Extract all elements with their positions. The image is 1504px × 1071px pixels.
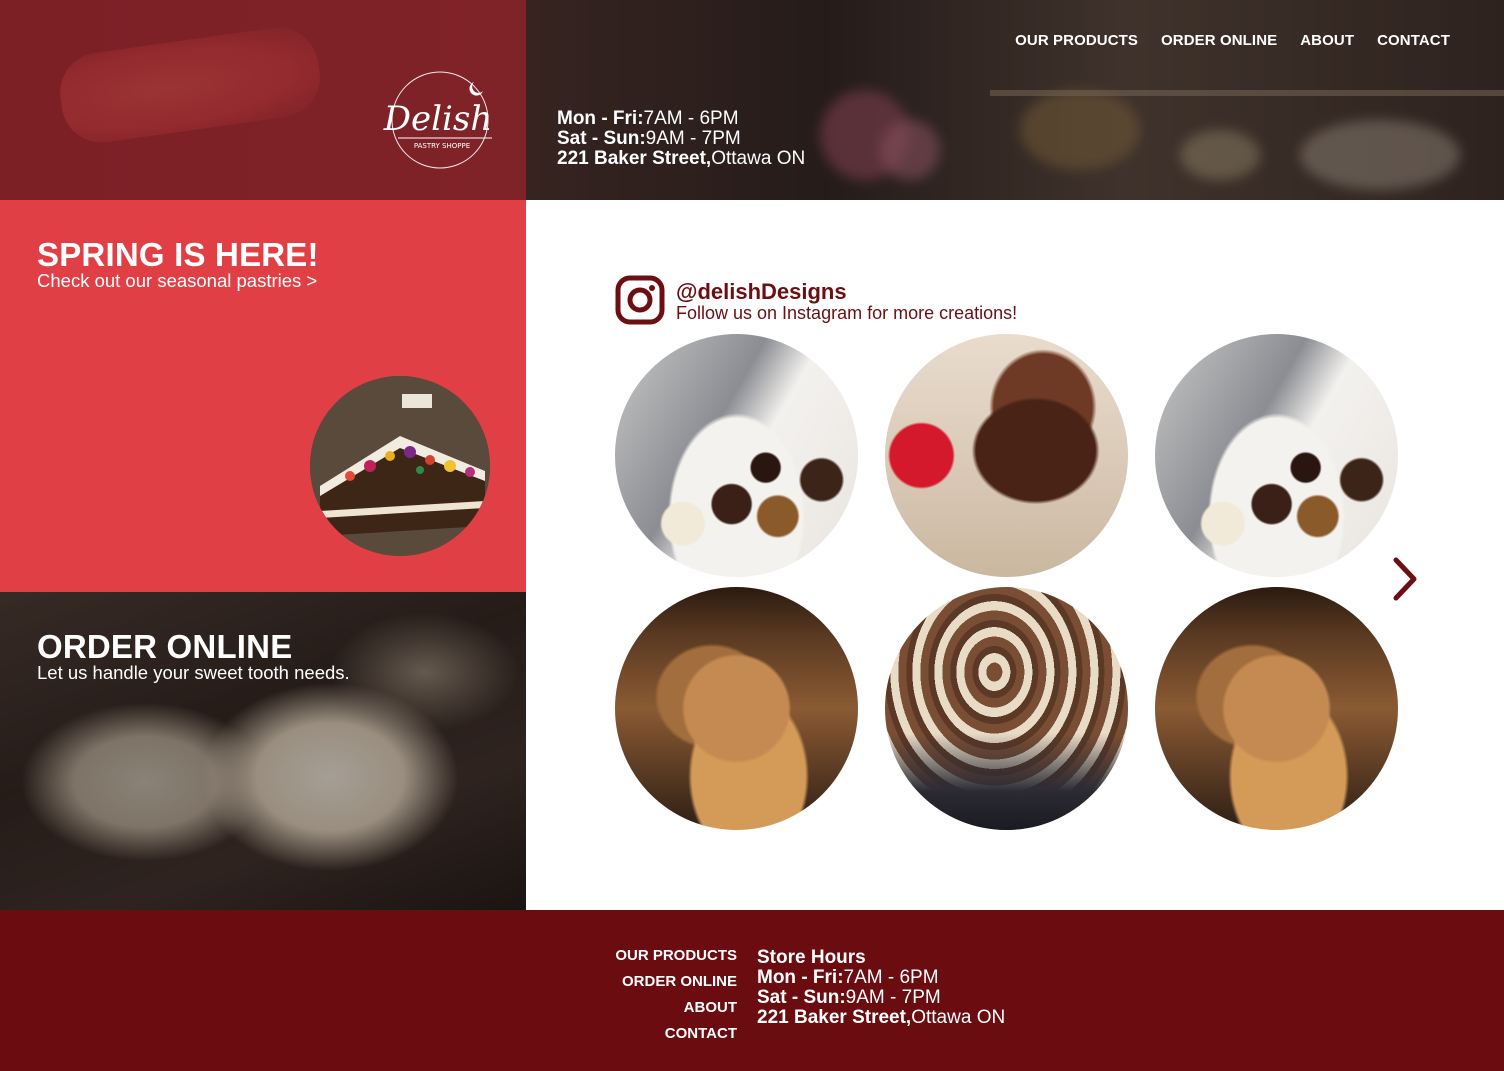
store-hours-title: Store Hours xyxy=(757,947,866,968)
footer-nav-contact[interactable]: CONTACT xyxy=(615,1021,737,1047)
instagram-photo[interactable] xyxy=(885,334,1128,577)
instagram-photo[interactable] xyxy=(1155,587,1398,830)
instagram-icon[interactable] xyxy=(615,275,665,325)
instagram-handle[interactable]: @delishDesigns xyxy=(676,279,847,305)
main-nav: OUR PRODUCTS ORDER ONLINE ABOUT CONTACT xyxy=(1015,32,1450,49)
footer-nav-about[interactable]: ABOUT xyxy=(615,995,737,1021)
footer-weekend-hours: Sat - Sun:9AM - 7PM xyxy=(757,987,941,1008)
seasonal-cake-image xyxy=(310,376,490,556)
instagram-subtitle: Follow us on Instagram for more creation… xyxy=(676,303,1018,323)
order-title: ORDER ONLINE xyxy=(37,628,293,665)
nav-our-products[interactable]: OUR PRODUCTS xyxy=(1015,32,1138,49)
order-subtitle: Let us handle your sweet tooth needs. xyxy=(37,662,350,683)
instagram-photo[interactable] xyxy=(615,587,858,830)
weekday-hours: Mon - Fri:7AM - 6PM xyxy=(557,108,739,129)
logo-wordmark: Delish xyxy=(383,99,492,139)
nav-contact[interactable]: CONTACT xyxy=(1377,32,1450,49)
hero-header: Delish PASTRY SHOPPE OUR PRODUCTS ORDER … xyxy=(0,0,1504,200)
spring-subtitle-link[interactable]: Check out our seasonal pastries > xyxy=(37,270,317,292)
delish-logo[interactable]: Delish PASTRY SHOPPE xyxy=(380,70,500,170)
footer-nav-our-products[interactable]: OUR PRODUCTS xyxy=(615,943,737,969)
nav-about[interactable]: ABOUT xyxy=(1300,32,1354,49)
footer-weekday-hours: Mon - Fri:7AM - 6PM xyxy=(757,967,939,988)
footer-store-hours: Store Hours Mon - Fri:7AM - 6PM Sat - Su… xyxy=(757,948,1005,1028)
order-online-panel[interactable]: ORDER ONLINE Let us handle your sweet to… xyxy=(0,592,526,910)
spring-title: SPRING IS HERE! xyxy=(37,236,319,273)
nav-order-online[interactable]: ORDER ONLINE xyxy=(1161,32,1277,49)
chevron-right-icon[interactable] xyxy=(1392,557,1418,601)
instagram-header: @delishDesigns Follow us on Instagram fo… xyxy=(615,275,1135,327)
instagram-photo[interactable] xyxy=(1155,334,1398,577)
weekend-hours: Sat - Sun:9AM - 7PM xyxy=(557,128,741,149)
footer-address: 221 Baker Street,Ottawa ON xyxy=(757,1007,1006,1028)
logo-tagline: PASTRY SHOPPE xyxy=(414,142,470,150)
footer: OUR PRODUCTS ORDER ONLINE ABOUT CONTACT … xyxy=(0,910,1504,1071)
instagram-photo[interactable] xyxy=(885,587,1128,830)
footer-nav: OUR PRODUCTS ORDER ONLINE ABOUT CONTACT xyxy=(615,943,737,1047)
instagram-photo[interactable] xyxy=(615,334,858,577)
store-address: 221 Baker Street,Ottawa ON xyxy=(557,148,806,169)
header-store-hours: Mon - Fri:7AM - 6PM Sat - Sun:9AM - 7PM … xyxy=(557,109,805,169)
spring-promo-panel[interactable]: SPRING IS HERE! Check out our seasonal p… xyxy=(0,200,526,592)
header-overlay-dark xyxy=(526,0,1504,200)
footer-nav-order-online[interactable]: ORDER ONLINE xyxy=(615,969,737,995)
